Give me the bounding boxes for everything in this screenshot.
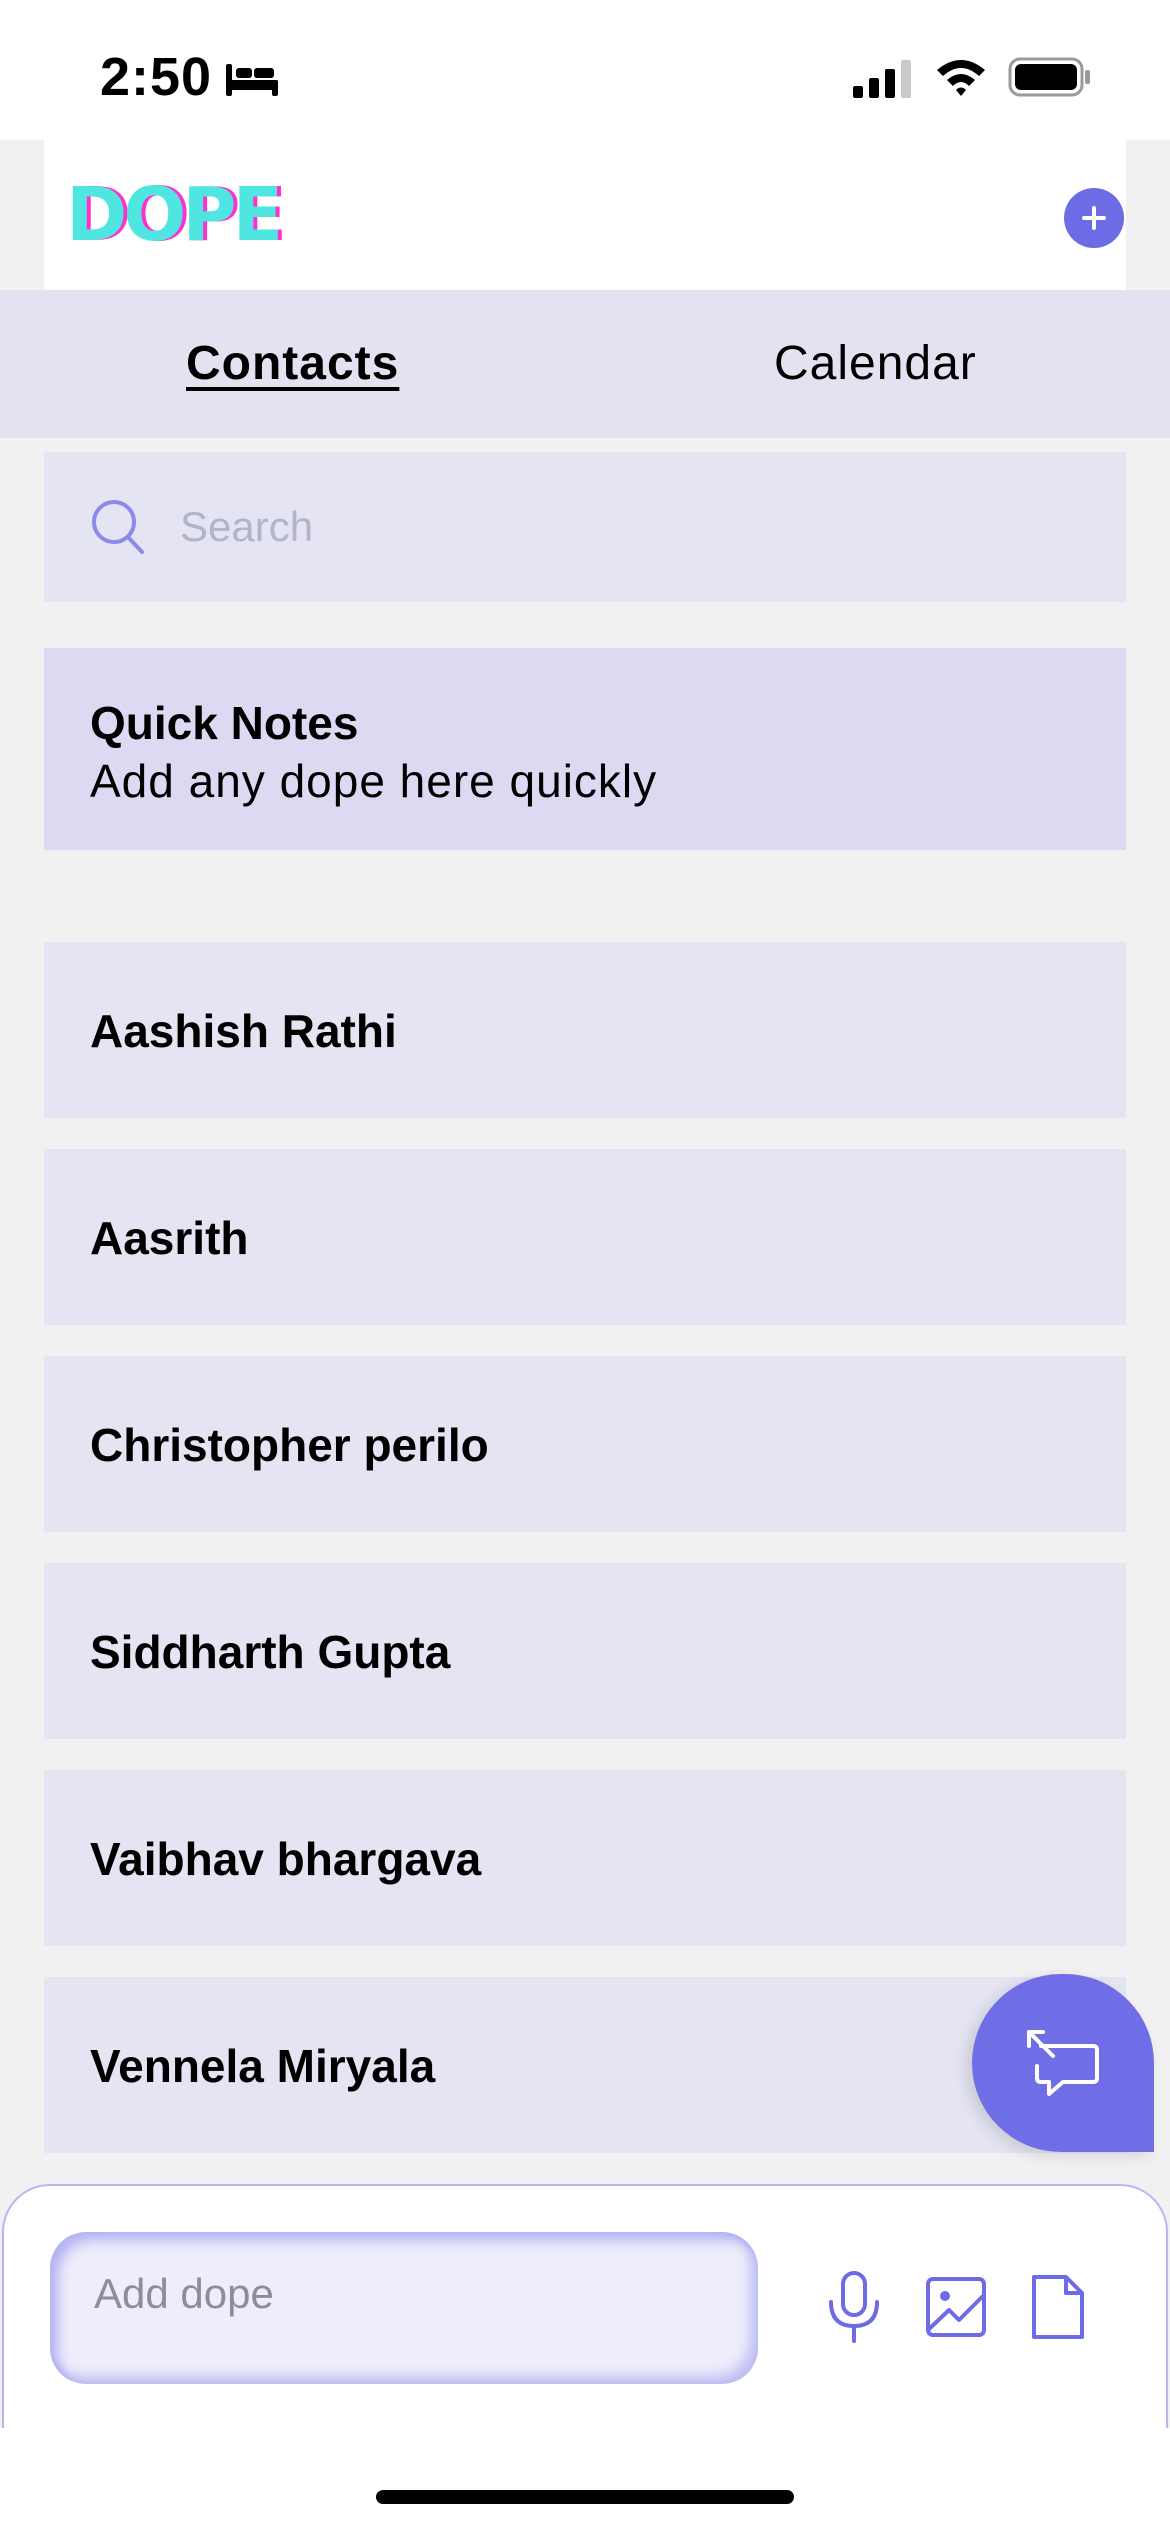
contact-name: Aashish Rathi bbox=[90, 1005, 397, 1057]
add-button[interactable] bbox=[1064, 188, 1124, 248]
contact-name: Christopher perilo bbox=[90, 1419, 489, 1471]
contact-item[interactable]: Aashish Rathi bbox=[44, 942, 1126, 1118]
contact-list: Aashish Rathi Aasrith Christopher perilo… bbox=[44, 942, 1126, 2184]
search-icon bbox=[92, 500, 144, 554]
app-logo: DOPE bbox=[66, 172, 283, 258]
contact-item[interactable]: Siddharth Gupta bbox=[44, 1563, 1126, 1739]
contact-item[interactable]: Christopher perilo bbox=[44, 1356, 1126, 1532]
bottom-safe-area bbox=[0, 2428, 1170, 2532]
chat-fab-button[interactable] bbox=[972, 1974, 1154, 2152]
compose-input[interactable] bbox=[94, 2264, 714, 2324]
wifi-icon bbox=[937, 60, 985, 96]
tab-contacts[interactable]: Contacts bbox=[186, 336, 399, 391]
contact-name: Siddharth Gupta bbox=[90, 1626, 451, 1678]
app-screen: 2:50 DOPE Contacts Calendar Search Quick… bbox=[0, 0, 1170, 2532]
contact-name: Vaibhav bhargava bbox=[90, 1833, 482, 1885]
image-icon bbox=[926, 2277, 986, 2337]
file-button[interactable] bbox=[1022, 2268, 1094, 2346]
search-input[interactable] bbox=[180, 492, 1080, 562]
plus-icon bbox=[1082, 206, 1106, 230]
contact-item[interactable]: Aasrith bbox=[44, 1149, 1126, 1325]
bed-icon bbox=[226, 64, 278, 96]
image-button[interactable] bbox=[920, 2268, 992, 2346]
quick-notes-subtitle: Add any dope here quickly bbox=[90, 755, 658, 807]
app-header: DOPE bbox=[44, 140, 1126, 290]
signal-icon bbox=[853, 60, 911, 98]
search-box[interactable] bbox=[44, 452, 1126, 602]
quick-notes-title: Quick Notes bbox=[90, 697, 359, 749]
tab-bar: Contacts Calendar bbox=[0, 290, 1170, 438]
contact-item[interactable]: Vaibhav bhargava bbox=[44, 1770, 1126, 1946]
tab-calendar[interactable]: Calendar bbox=[774, 336, 977, 391]
home-indicator[interactable] bbox=[376, 2490, 794, 2504]
compose-input-wrapper bbox=[50, 2232, 758, 2384]
status-time: 2:50 bbox=[100, 47, 213, 107]
contact-item[interactable]: Vennela Miryala bbox=[44, 1977, 1126, 2153]
chat-expand-icon bbox=[1027, 2030, 1099, 2096]
status-bar: 2:50 bbox=[0, 0, 1170, 140]
contact-name: Aasrith bbox=[90, 1212, 249, 1264]
file-icon bbox=[1032, 2275, 1084, 2339]
quick-notes-card[interactable]: Quick Notes Add any dope here quickly bbox=[44, 648, 1126, 850]
mic-button[interactable] bbox=[818, 2268, 890, 2346]
contact-name: Vennela Miryala bbox=[90, 2040, 436, 2092]
compose-bar bbox=[2, 2184, 1168, 2428]
mic-icon bbox=[829, 2271, 879, 2343]
battery-icon bbox=[1008, 57, 1090, 97]
